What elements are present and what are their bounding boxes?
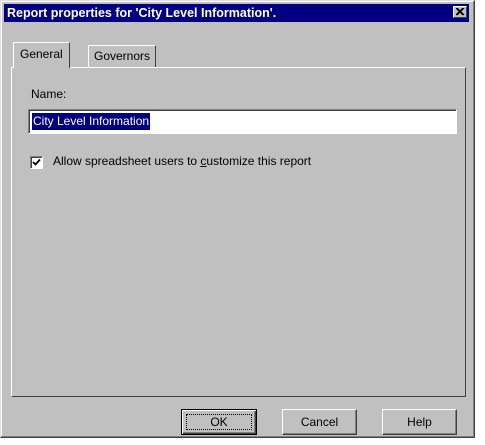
cancel-button-label: Cancel: [300, 415, 339, 429]
tab-general[interactable]: General: [13, 42, 70, 68]
name-input-value: City Level Information: [32, 113, 151, 130]
cancel-button[interactable]: Cancel: [282, 409, 357, 435]
window-title: Report properties for 'City Level Inform…: [7, 6, 277, 20]
allow-customize-label[interactable]: Allow spreadsheet users to customize thi…: [53, 154, 311, 168]
title-bar[interactable]: Report properties for 'City Level Inform…: [4, 4, 469, 22]
allow-customize-checkbox[interactable]: [30, 156, 43, 169]
tab-governors-label: Governors: [94, 49, 151, 63]
tab-general-label: General: [20, 47, 63, 61]
name-input[interactable]: City Level Information: [28, 109, 457, 134]
tab-governors[interactable]: Governors: [88, 45, 157, 67]
allow-customize-label-prefix: Allow spreadsheet users to: [53, 154, 201, 168]
checkmark-icon: [32, 158, 41, 166]
help-button[interactable]: Help: [382, 409, 457, 435]
close-icon: [456, 8, 465, 16]
close-button[interactable]: [453, 6, 467, 18]
focus-rect: [186, 414, 252, 430]
name-label: Name:: [31, 87, 67, 101]
help-button-label: Help: [407, 415, 432, 429]
allow-customize-label-suffix: ustomize this report: [206, 154, 312, 168]
report-properties-dialog: Report properties for 'City Level Inform…: [0, 0, 475, 438]
ok-button[interactable]: OK: [181, 409, 257, 435]
